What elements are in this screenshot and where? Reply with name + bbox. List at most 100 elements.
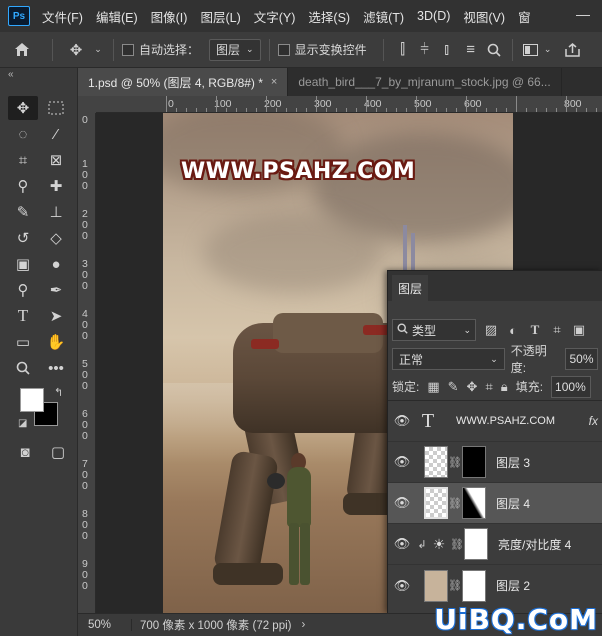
layer-name[interactable]: WWW.PSAHZ.COM — [456, 415, 555, 427]
distribute-icon[interactable]: ≡ — [458, 41, 484, 58]
filter-pixel-icon[interactable]: ▨ — [484, 322, 498, 338]
filter-type-icon[interactable]: T — [528, 322, 542, 338]
show-transform-checkbox[interactable] — [277, 43, 290, 56]
layer-row[interactable]: 👁︎ ⛓︎ 图层 3 — [388, 442, 602, 483]
menu-filter[interactable]: 滤镜(T) — [363, 7, 404, 26]
layer-mask-thumbnail[interactable] — [462, 569, 486, 602]
tab-jpg[interactable]: death_bird___7_by_mjranum_stock.jpg @ 66… — [288, 68, 562, 96]
menu-edit[interactable]: 编辑(E) — [96, 7, 138, 26]
collapse-panel-icon[interactable]: « — [8, 69, 14, 80]
layer-mask-thumbnail[interactable] — [464, 528, 488, 560]
hand-tool-icon[interactable]: ✋ — [41, 330, 71, 354]
layer-name[interactable]: 图层 4 — [496, 495, 530, 512]
tab-layers[interactable]: 图层 — [392, 275, 429, 301]
layer-row[interactable]: 👁︎ ↲ ☀ ⛓︎ 亮度/对比度 4 — [388, 524, 602, 565]
layer-name[interactable]: 图层 3 — [496, 454, 530, 471]
swap-colors-icon[interactable]: ↰ — [54, 386, 63, 399]
auto-select-dropdown[interactable]: 图层 ⌄ — [209, 38, 261, 61]
type-tool-icon[interactable]: T — [8, 304, 38, 328]
move-tool-icon[interactable]: ✥ — [8, 96, 38, 120]
layer-row-selected[interactable]: 👁︎ ⛓︎ 图层 4 — [388, 483, 602, 524]
dodge-tool-icon[interactable]: ⚲ — [8, 278, 38, 302]
lasso-tool-icon[interactable]: ◌ — [8, 122, 38, 146]
chevron-right-icon[interactable]: › — [302, 619, 306, 631]
link-icon[interactable]: ⛓︎ — [450, 538, 464, 551]
lock-position-icon[interactable]: ✥ — [467, 379, 478, 395]
layer-name[interactable]: 图层 2 — [496, 577, 530, 594]
rectangle-tool-icon[interactable]: ▭ — [8, 330, 38, 354]
visibility-eye-icon[interactable]: 👁︎ — [388, 536, 416, 552]
brush-tool-icon[interactable]: ✎ — [8, 200, 38, 224]
menu-image[interactable]: 图像(I) — [151, 7, 188, 26]
healing-brush-icon[interactable]: ✚ — [41, 174, 71, 198]
menu-3d[interactable]: 3D(D) — [417, 9, 450, 23]
history-brush-icon[interactable]: ↺ — [8, 226, 38, 250]
lock-all-icon[interactable]: 🔒︎ — [501, 379, 508, 395]
layer-effects-icon[interactable]: fx — [589, 414, 598, 428]
layer-row[interactable]: 👁︎ T WWW.PSAHZ.COM fx — [388, 401, 602, 442]
blur-tool-icon[interactable]: ● — [41, 252, 71, 276]
ruler-tick — [266, 96, 267, 112]
more-tools-icon[interactable]: ••• — [41, 356, 71, 380]
filter-smart-object-icon[interactable]: ▣ — [572, 322, 586, 338]
screen-mode-icon[interactable]: ▢ — [43, 440, 73, 464]
marquee-tool-icon[interactable] — [41, 96, 71, 120]
close-icon[interactable]: × — [271, 76, 277, 88]
home-icon[interactable] — [0, 42, 44, 57]
layer-name[interactable]: 亮度/对比度 4 — [498, 536, 571, 553]
align-left-icon[interactable]: ⫿ — [392, 41, 414, 58]
frame-tool-icon[interactable]: ⊠ — [41, 148, 71, 172]
align-center-icon[interactable]: ⫩ — [414, 41, 436, 58]
search-icon[interactable] — [484, 43, 504, 57]
gradient-tool-icon[interactable]: ▣ — [8, 252, 38, 276]
eyedropper-icon[interactable]: ⚲ — [8, 174, 38, 198]
visibility-eye-icon[interactable]: 👁︎ — [388, 495, 416, 511]
canvas-watermark-text: WWW.PSAHZ.COM — [181, 159, 416, 184]
magic-wand-icon[interactable]: ⁄ — [41, 122, 71, 146]
lock-artboard-icon[interactable]: ⌗ — [485, 379, 492, 395]
tab-psd[interactable]: 1.psd @ 50% (图层 4, RGB/8#) * × — [78, 68, 289, 96]
menu-view[interactable]: 视图(V) — [463, 7, 505, 26]
link-icon[interactable]: ⛓︎ — [448, 579, 462, 592]
filter-shape-icon[interactable]: ⌗ — [550, 322, 564, 338]
move-tool-icon[interactable]: ✥ — [61, 41, 91, 59]
link-icon[interactable]: ⛓︎ — [448, 456, 462, 469]
share-icon[interactable] — [561, 42, 585, 57]
lock-pixels-icon[interactable]: ✎ — [448, 379, 459, 395]
quick-mask-icon[interactable]: ◙ — [10, 440, 40, 464]
auto-select-label: 自动选择： — [139, 43, 200, 57]
eraser-tool-icon[interactable]: ◇ — [41, 226, 71, 250]
filter-kind-dropdown[interactable]: 类型 ⌄ — [392, 319, 476, 341]
blend-mode-dropdown[interactable]: 正常 ⌄ — [392, 348, 505, 370]
chevron-down-icon[interactable]: ⌄ — [91, 44, 105, 55]
layer-mask-thumbnail[interactable] — [462, 446, 486, 478]
minimize-icon[interactable] — [576, 8, 590, 22]
zoom-tool-icon[interactable] — [8, 356, 38, 380]
zoom-level[interactable]: 50% — [78, 619, 132, 631]
chevron-down-icon[interactable]: ⌄ — [541, 44, 555, 55]
layer-mask-thumbnail[interactable] — [462, 487, 486, 519]
menu-select[interactable]: 选择(S) — [308, 7, 350, 26]
pen-tool-icon[interactable]: ✒ — [41, 278, 71, 302]
opacity-input[interactable]: 50% — [565, 348, 598, 370]
path-select-icon[interactable]: ➤ — [41, 304, 71, 328]
visibility-eye-icon[interactable]: 👁︎ — [388, 413, 416, 429]
fill-input[interactable]: 100% — [551, 375, 592, 398]
lock-transparency-icon[interactable]: ▦ — [427, 379, 439, 395]
menu-layer[interactable]: 图层(L) — [200, 7, 240, 26]
default-colors-icon[interactable]: ◪ — [18, 418, 27, 429]
auto-select-checkbox[interactable] — [122, 43, 134, 56]
menu-file[interactable]: 文件(F) — [42, 7, 83, 26]
workspace-icon[interactable] — [521, 43, 541, 56]
layer-row[interactable]: 👁︎ ⛓︎ 图层 2 — [388, 565, 602, 606]
stamp-tool-icon[interactable]: ⊥ — [41, 200, 71, 224]
align-right-icon[interactable]: ⫾ — [436, 41, 458, 58]
visibility-eye-icon[interactable]: 👁︎ — [388, 454, 416, 470]
foreground-color[interactable] — [20, 388, 44, 412]
crop-tool-icon[interactable]: ⌗ — [8, 148, 38, 172]
menu-window[interactable]: 窗 — [518, 7, 531, 26]
filter-adjustment-icon[interactable]: ◐ — [506, 323, 520, 338]
link-icon[interactable]: ⛓︎ — [448, 497, 462, 510]
visibility-eye-icon[interactable]: 👁︎ — [388, 578, 416, 594]
menu-type[interactable]: 文字(Y) — [254, 7, 296, 26]
